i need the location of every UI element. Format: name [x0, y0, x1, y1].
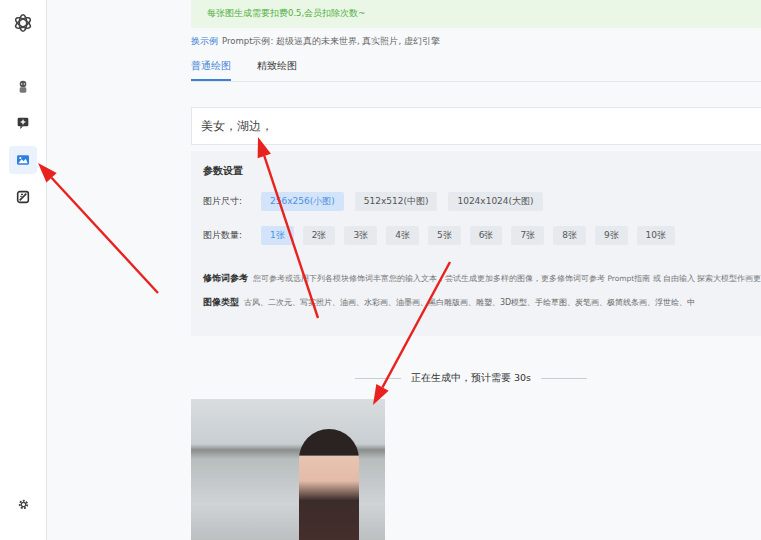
sidebar-item[interactable]	[9, 146, 37, 174]
status-text: 正在生成中，预计需要 30s	[411, 372, 531, 385]
modifier-hint: 修饰词参考您可参考或选用下列各模块修饰词丰富您的输入文本，尝试生成更加多样的图像…	[203, 272, 761, 285]
sidebar-item[interactable]	[9, 72, 37, 100]
mirror-icon	[15, 189, 31, 205]
count-option[interactable]: 5张	[428, 226, 461, 245]
generated-image[interactable]	[191, 399, 385, 540]
sidebar-item[interactable]	[9, 183, 37, 211]
size-row: 图片尺寸: 256x256(小图) 512x512(中图) 1024x1024(大图)	[203, 192, 761, 211]
image-type-row: 图像类型古风、二次元、写实照片、油画、水彩画、油墨画、黑白雕版画、雕塑、3D模型…	[203, 297, 761, 309]
prompt-input[interactable]	[191, 107, 761, 145]
main-area: 每张图生成需要扣费0.5,会员扣除次数~ 换示例 Prompt示例: 超级逼真的未来…	[47, 0, 761, 540]
count-option[interactable]: 4张	[386, 226, 419, 245]
image-type-text[interactable]: 古风、二次元、写实照片、油画、水彩画、油墨画、黑白雕版画、雕塑、3D模型、手绘草…	[244, 297, 695, 308]
count-option[interactable]: 1张	[261, 226, 294, 245]
generation-status: 正在生成中，预计需要 30s	[191, 372, 751, 385]
sidebar	[0, 0, 47, 540]
avatar-icon	[15, 78, 31, 94]
chat-icon	[15, 115, 31, 131]
count-option[interactable]: 10张	[637, 226, 675, 245]
count-label: 图片数量:	[203, 229, 253, 242]
app: 每张图生成需要扣费0.5,会员扣除次数~ 换示例 Prompt示例: 超级逼真的未来…	[0, 0, 761, 540]
count-option[interactable]: 9张	[595, 226, 628, 245]
params-title: 参数设置	[203, 165, 761, 178]
size-option[interactable]: 256x256(小图)	[261, 192, 344, 211]
sidebar-item[interactable]	[9, 109, 37, 137]
image-icon	[15, 152, 31, 168]
prompt-example: 换示例 Prompt示例: 超级逼真的未来世界, 真实照片, 虚幻引擎	[191, 28, 761, 48]
params-panel: 参数设置图片尺寸: 256x256(小图) 512x512(中图) 1024x1024…	[191, 151, 761, 336]
count-option[interactable]: 7张	[511, 226, 544, 245]
annotation-arrows-icon	[0, 0, 761, 540]
gear-icon	[16, 497, 31, 512]
image-type-label: 图像类型	[203, 297, 239, 309]
settings-button[interactable]	[9, 490, 37, 518]
openai-logo-icon	[12, 12, 34, 34]
modifier-title: 修饰词参考	[203, 272, 248, 285]
notice-banner: 每张图生成需要扣费0.5,会员扣除次数~	[191, 0, 761, 28]
count-option[interactable]: 8张	[553, 226, 586, 245]
count-option[interactable]: 3张	[344, 226, 377, 245]
count-row: 图片数量: 1张 2张 3张 4张 5张 6张 7张 8张 9张 10张	[203, 226, 761, 245]
example-text: Prompt示例: 超级逼真的未来世界, 真实照片, 虚幻引擎	[222, 36, 440, 48]
sidebar-menu	[9, 72, 37, 211]
mode-tabs: 普通绘图 精致绘图	[191, 58, 761, 82]
size-label: 图片尺寸:	[203, 195, 253, 208]
size-option[interactable]: 512x512(中图)	[355, 192, 438, 211]
mode-tab[interactable]: 精致绘图	[257, 58, 297, 81]
count-option[interactable]: 2张	[303, 226, 336, 245]
swap-example-link[interactable]: 换示例	[191, 36, 218, 48]
mode-tab[interactable]: 普通绘图	[191, 58, 231, 81]
count-option[interactable]: 6张	[470, 226, 503, 245]
size-option[interactable]: 1024x1024(大图)	[448, 192, 542, 211]
modifier-text: 您可参考或选用下列各模块修饰词丰富您的输入文本，尝试生成更加多样的图像，更多修饰…	[253, 274, 761, 284]
